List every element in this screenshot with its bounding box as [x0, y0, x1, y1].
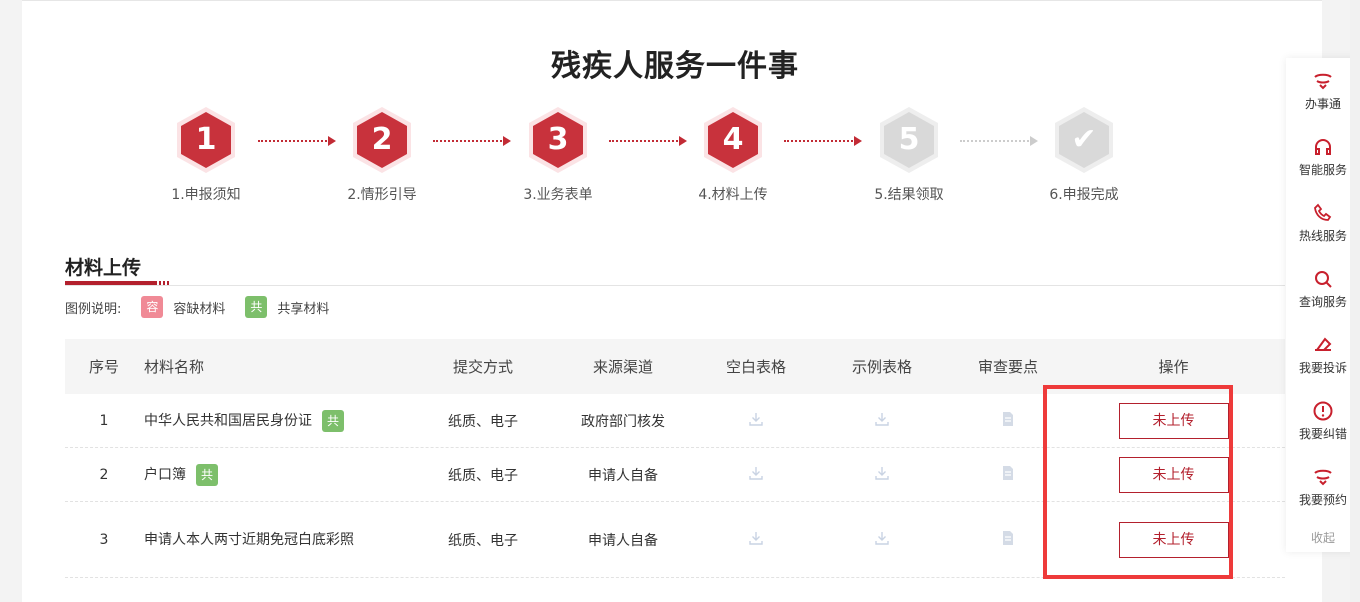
badge-shared: 共 — [245, 296, 268, 318]
sample-form-cell — [819, 530, 945, 550]
header-cell: 材料名称 — [144, 358, 205, 376]
blank-form-cell — [693, 411, 819, 431]
sidebar-collapse-button[interactable]: 收起 — [1286, 520, 1360, 556]
step-label: 2.情形引导 — [347, 187, 417, 203]
step-4: 4 4.材料上传 — [673, 106, 793, 204]
step-1: 1 1.申报须知 — [146, 106, 266, 204]
row-index: 3 — [99, 531, 109, 548]
download-icon[interactable] — [748, 530, 764, 546]
sample-form-cell — [819, 465, 945, 485]
submit-method: 纸质、电子 — [448, 467, 518, 484]
step-hexagon: 4 — [702, 106, 764, 174]
step-2: 2 2.情形引导 — [322, 106, 442, 204]
step-label: 5.结果领取 — [874, 187, 944, 203]
step-hexagon: 3 — [527, 106, 589, 174]
divider — [65, 285, 1285, 286]
sidebar-item-hotline[interactable]: 热线服务 — [1286, 190, 1360, 256]
legend-text: 共享材料 — [277, 301, 330, 317]
banshitong-icon — [1314, 73, 1332, 90]
badge-shared: 共 — [322, 409, 344, 432]
step-hexagon: ✔ — [1053, 106, 1115, 174]
row-index: 1 — [99, 412, 109, 429]
step-hexagon: 1 — [175, 106, 237, 174]
complaint-icon — [1315, 337, 1332, 351]
page-scrollbar[interactable] — [1350, 0, 1360, 602]
phone-icon — [1314, 203, 1332, 221]
sidebar-item-correction[interactable]: 我要纠错 — [1286, 388, 1360, 454]
sidebar-item-complaint[interactable]: 我要投诉 — [1286, 322, 1360, 388]
sidebar-item-label: 查询服务 — [1298, 295, 1347, 309]
document-icon[interactable] — [1000, 530, 1016, 546]
header-cell: 示例表格 — [851, 358, 912, 376]
download-icon[interactable] — [874, 530, 890, 546]
material-name-text: 户口簿 — [144, 466, 186, 483]
step-label: 1.申报须知 — [171, 187, 241, 203]
source-channel: 申请人自备 — [588, 532, 658, 549]
download-icon[interactable] — [748, 411, 764, 427]
download-icon[interactable] — [874, 465, 890, 481]
floating-sidebar: 办事通 智能服务 热线服务 查询服务 我要投诉 我要纠错 我要预约 收起 — [1286, 58, 1360, 552]
submit-method: 纸质、电子 — [448, 532, 518, 549]
legend-label: 图例说明: — [65, 301, 122, 317]
step-hexagon: 5 — [878, 106, 940, 174]
material-name-text: 申请人本人两寸近期免冠白底彩照 — [144, 531, 354, 548]
legend-text: 容缺材料 — [173, 301, 226, 317]
header-cell: 提交方式 — [452, 358, 513, 376]
sidebar-item-label: 我要纠错 — [1298, 427, 1347, 441]
step-label: 3.业务表单 — [523, 187, 593, 203]
legend: 图例说明: 容 容缺材料 共 共享材料 — [65, 295, 329, 319]
sidebar-item-label: 热线服务 — [1298, 229, 1347, 243]
section-underline-dots — [155, 281, 169, 285]
badge-rongque: 容 — [141, 296, 164, 318]
step-hexagon: 2 — [351, 106, 413, 174]
row-index: 2 — [99, 466, 109, 483]
download-icon[interactable] — [748, 465, 764, 481]
checkmark-icon: ✔ — [1071, 122, 1097, 157]
alert-icon — [1313, 401, 1333, 421]
sidebar-item-label: 我要投诉 — [1298, 361, 1347, 375]
sidebar-item-smart-service[interactable]: 智能服务 — [1286, 124, 1360, 190]
section-underline — [65, 281, 155, 285]
download-icon[interactable] — [874, 411, 890, 427]
section-title: 材料上传 — [65, 257, 142, 279]
document-icon[interactable] — [1000, 465, 1016, 481]
blank-form-cell — [693, 530, 819, 550]
headset-icon — [1315, 139, 1331, 155]
header-cell: 来源渠道 — [592, 358, 653, 376]
source-channel: 申请人自备 — [588, 467, 658, 484]
header-cell: 空白表格 — [725, 358, 786, 376]
sidebar-item-appointment[interactable]: 我要预约 — [1286, 454, 1360, 520]
badge-shared: 共 — [196, 463, 218, 486]
page-title: 残疾人服务一件事 — [551, 49, 799, 84]
header-cell: 序号 — [88, 358, 119, 376]
blank-form-cell — [693, 465, 819, 485]
appointment-icon — [1314, 469, 1332, 486]
step-6: ✔ 6.申报完成 — [1024, 106, 1144, 204]
step-label: 6.申报完成 — [1049, 187, 1119, 203]
sidebar-item-banshitong[interactable]: 办事通 — [1286, 58, 1360, 124]
sidebar-item-query[interactable]: 查询服务 — [1286, 256, 1360, 322]
source-channel: 政府部门核发 — [581, 413, 665, 430]
header-cell: 操作 — [1158, 358, 1189, 376]
search-icon — [1315, 271, 1332, 288]
step-3: 3 3.业务表单 — [498, 106, 618, 204]
material-name: 户口簿 共 — [143, 463, 413, 486]
document-icon[interactable] — [1000, 411, 1016, 427]
material-name: 中华人民共和国居民身份证 共 — [143, 409, 413, 432]
highlight-box — [1043, 385, 1233, 579]
sidebar-item-label: 我要预约 — [1298, 493, 1347, 507]
submit-method: 纸质、电子 — [448, 413, 518, 430]
sidebar-item-label: 办事通 — [1304, 97, 1341, 111]
step-5: 5 5.结果领取 — [849, 106, 969, 204]
material-name-text: 中华人民共和国居民身份证 — [144, 412, 312, 429]
sample-form-cell — [819, 411, 945, 431]
step-label: 4.材料上传 — [698, 187, 768, 203]
header-cell: 审查要点 — [977, 358, 1038, 376]
sidebar-item-label: 智能服务 — [1298, 163, 1347, 177]
material-name: 申请人本人两寸近期免冠白底彩照 — [143, 529, 413, 551]
progress-steps: 1 1.申报须知 2 2.情形引导 3 3.业务表单 4 4.材料上传 5 5.… — [22, 106, 1322, 206]
